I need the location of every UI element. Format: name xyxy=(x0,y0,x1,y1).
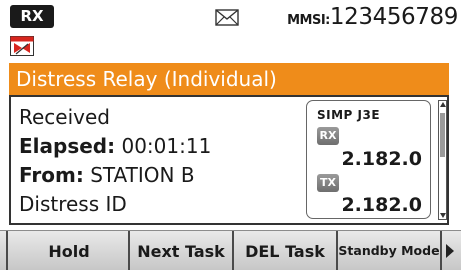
tx-tag: TX xyxy=(317,174,339,192)
softkey-left-edge xyxy=(0,231,8,270)
frequency-panel: SIMP J3E RX 2.182.0 TX 2.182.0 xyxy=(306,100,431,219)
rx-tag: RX xyxy=(317,127,339,145)
distress-relay-icon xyxy=(10,36,34,56)
elapsed-value: 00:01:11 xyxy=(121,134,212,158)
next-task-button-label: Next Task xyxy=(137,241,225,261)
next-task-button[interactable]: Next Task xyxy=(128,231,232,270)
category-line: Distress ID xyxy=(19,192,127,216)
del-task-button[interactable]: DEL Task xyxy=(232,231,336,270)
radio-screen: RX MMSI: 123456789 Distress Relay (Indiv… xyxy=(0,0,461,270)
from-line: From: STATION B xyxy=(19,161,304,190)
message-info: Received Elapsed: 00:01:11 From: STATION… xyxy=(19,103,304,219)
from-label: From: xyxy=(19,163,84,187)
status-bar: RX MMSI: 123456789 xyxy=(0,0,461,34)
message-detail-panel: Received Elapsed: 00:01:11 From: STATION… xyxy=(9,95,449,225)
rx-frequency: 2.182.0 xyxy=(341,148,422,170)
mode-label: SIMP J3E xyxy=(317,108,381,122)
icon-row xyxy=(0,34,461,62)
softkey-bar: Hold Next Task DEL Task Standby Mode xyxy=(0,230,461,270)
chevron-right-icon[interactable] xyxy=(446,244,454,258)
scroll-thumb[interactable] xyxy=(440,113,445,157)
status-line: Received xyxy=(19,105,110,129)
elapsed-line: Elapsed: 00:01:11 xyxy=(19,132,304,161)
standby-mode-button[interactable]: Standby Mode xyxy=(336,231,440,270)
hold-button-label: Hold xyxy=(48,241,90,261)
rx-indicator: RX xyxy=(10,5,54,28)
mmsi-value: 123456789 xyxy=(329,4,459,30)
envelope-icon xyxy=(215,9,239,26)
hold-button[interactable]: Hold xyxy=(10,231,128,270)
from-value: STATION B xyxy=(90,163,195,187)
screen-title: Distress Relay (Individual) xyxy=(9,63,449,95)
tx-frequency: 2.182.0 xyxy=(341,194,422,216)
mmsi-label: MMSI: xyxy=(287,13,330,28)
scrollbar[interactable] xyxy=(438,100,447,220)
elapsed-label: Elapsed: xyxy=(19,134,116,158)
scroll-down-icon[interactable] xyxy=(440,213,446,218)
mmsi-display: MMSI: 123456789 xyxy=(287,0,458,34)
scroll-up-icon[interactable] xyxy=(440,102,446,107)
standby-mode-button-label: Standby Mode xyxy=(338,243,440,258)
del-task-button-label: DEL Task xyxy=(245,241,325,261)
